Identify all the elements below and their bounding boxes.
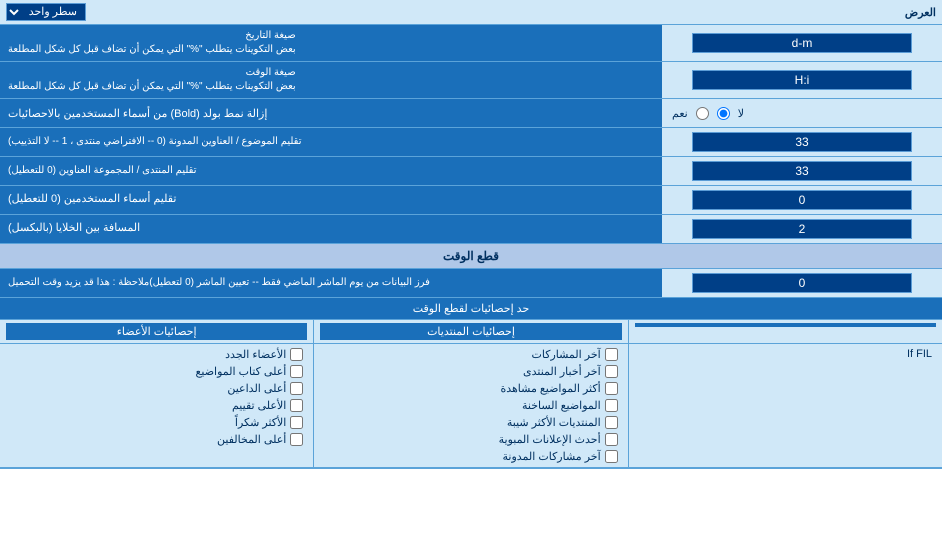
col2-checkbox-6[interactable] <box>605 433 618 446</box>
col1-header: إحصائيات الأعضاء <box>0 320 313 343</box>
username-trim-input-cell <box>662 186 942 214</box>
bold-no-radio[interactable] <box>717 107 730 120</box>
col1-item-2[interactable]: أعلى كتاب المواضيع <box>8 364 305 379</box>
forum-trim-input-cell <box>662 157 942 185</box>
time-format-input[interactable] <box>692 70 912 90</box>
col2-item-2[interactable]: آخر أخبار المنتدى <box>322 364 619 379</box>
username-trim-label: تقليم أسماء المستخدمين (0 للتعطيل) <box>0 186 662 214</box>
cell-spacing-label: المسافة بين الخلايا (بالبكسل) <box>0 215 662 243</box>
display-label: العرض <box>905 6 936 19</box>
view-select[interactable]: سطر واحد سطرين ثلاثة أسطر <box>6 3 86 21</box>
forum-trim-label: تقليم المنتدى / المجموعة العناوين (0 للت… <box>0 157 662 185</box>
topic-trim-label: تقليم الموضوع / العناوين المدونة (0 -- ا… <box>0 128 662 156</box>
date-format-input-cell <box>662 25 942 61</box>
cutoff-section-header: قطع الوقت <box>0 244 942 269</box>
col1-item-1[interactable]: الأعضاء الجدد <box>8 347 305 362</box>
col1-checkbox-3[interactable] <box>290 382 303 395</box>
time-format-input-cell <box>662 62 942 98</box>
col2-checkbox-1[interactable] <box>605 348 618 361</box>
col1-item-4[interactable]: الأعلى تقييم <box>8 398 305 413</box>
bold-remove-label: إزالة نمط بولد (Bold) من أسماء المستخدمي… <box>0 99 662 127</box>
col2-item-3[interactable]: أكثر المواضيع مشاهدة <box>322 381 619 396</box>
col1-checkbox-4[interactable] <box>290 399 303 412</box>
col2-title: إحصائيات المنتديات <box>320 323 621 340</box>
col2-item-5[interactable]: المنتديات الأكثر شيبة <box>322 415 619 430</box>
cutoff-label: فرز البيانات من يوم الماشر الماضي فقط --… <box>0 269 662 297</box>
limit-label: حد إحصائيات لقطع الوقت <box>0 298 942 319</box>
col2-checkbox-5[interactable] <box>605 416 618 429</box>
date-format-input[interactable] <box>692 33 912 53</box>
col1-item-6[interactable]: أعلى المخالفين <box>8 432 305 447</box>
col3-item-1: If FIL <box>637 347 934 361</box>
col2-item-6[interactable]: أحدث الإعلانات المبوية <box>322 432 619 447</box>
bold-yes-radio[interactable] <box>696 107 709 120</box>
col3-items: If FIL <box>628 344 942 467</box>
col1-checkbox-5[interactable] <box>290 416 303 429</box>
date-format-label: صيغة التاريخبعض التكوينات يتطلب "%" التي… <box>0 25 662 61</box>
forum-trim-input[interactable] <box>692 161 912 181</box>
col1-checkbox-1[interactable] <box>290 348 303 361</box>
cutoff-input-cell <box>662 269 942 297</box>
col2-header: إحصائيات المنتديات <box>313 320 627 343</box>
col2-checkbox-3[interactable] <box>605 382 618 395</box>
col1-item-5[interactable]: الأكثر شكراً <box>8 415 305 430</box>
col1-item-3[interactable]: أعلى الداعين <box>8 381 305 396</box>
col3-title <box>635 323 936 327</box>
bold-remove-radio-cell: لا نعم <box>662 104 942 123</box>
col2-checkbox-2[interactable] <box>605 365 618 378</box>
col3-header <box>628 320 942 343</box>
cutoff-input[interactable] <box>692 273 912 293</box>
col1-items: الأعضاء الجدد أعلى كتاب المواضيع أعلى ال… <box>0 344 313 467</box>
radio-no-label: لا <box>738 107 744 120</box>
username-trim-input[interactable] <box>692 190 912 210</box>
col1-checkbox-2[interactable] <box>290 365 303 378</box>
cell-spacing-input-cell <box>662 215 942 243</box>
col2-item-7[interactable]: آخر مشاركات المدونة <box>322 449 619 464</box>
col2-checkbox-7[interactable] <box>605 450 618 463</box>
topic-trim-input[interactable] <box>692 132 912 152</box>
col2-items: آخر المشاركات آخر أخبار المنتدى أكثر الم… <box>313 344 627 467</box>
col2-item-4[interactable]: المواضيع الساخنة <box>322 398 619 413</box>
radio-yes-label: نعم <box>672 107 688 120</box>
topic-trim-input-cell <box>662 128 942 156</box>
time-format-label: صيغة الوقتبعض التكوينات يتطلب "%" التي ي… <box>0 62 662 98</box>
cell-spacing-input[interactable] <box>692 219 912 239</box>
col2-checkbox-4[interactable] <box>605 399 618 412</box>
col1-title: إحصائيات الأعضاء <box>6 323 307 340</box>
col1-checkbox-6[interactable] <box>290 433 303 446</box>
col2-item-1[interactable]: آخر المشاركات <box>322 347 619 362</box>
